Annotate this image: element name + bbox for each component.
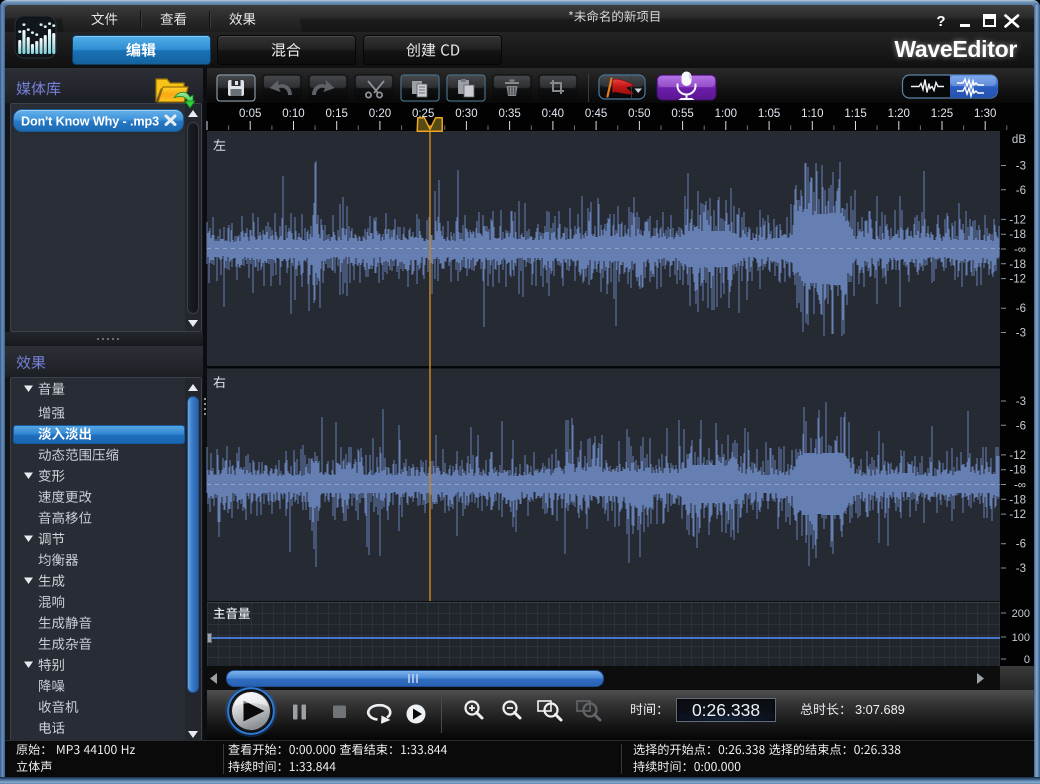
svg-text:-6: -6 [1016,185,1026,197]
svg-text:-3: -3 [1016,563,1026,575]
svg-text:1:20: 1:20 [888,108,910,120]
svg-text:Don't Know Why - .mp3: Don't Know Why - .mp3 [21,115,159,129]
svg-text:1:05: 1:05 [758,108,780,120]
svg-text:-12: -12 [1009,509,1026,521]
svg-text:1:15: 1:15 [844,108,866,120]
svg-text:0:15: 0:15 [326,108,348,120]
svg-text:0:35: 0:35 [498,108,520,120]
svg-text:200: 200 [1012,608,1030,620]
svg-text:0:20: 0:20 [369,108,391,120]
svg-text:0:45: 0:45 [585,108,607,120]
svg-text:-18: -18 [1009,229,1026,241]
svg-text:-12: -12 [1009,450,1026,462]
svg-text:-18: -18 [1009,259,1026,271]
svg-text:-12: -12 [1009,214,1026,226]
svg-text:-3: -3 [1016,396,1026,408]
svg-text:dB: dB [1012,134,1026,146]
svg-text:0:26.338: 0:26.338 [692,700,760,720]
svg-text:-∞: -∞ [1014,244,1026,256]
svg-text:-3: -3 [1016,161,1026,173]
svg-text:0:40: 0:40 [542,108,564,120]
svg-text:1:10: 1:10 [801,108,823,120]
svg-text:1:00: 1:00 [715,108,737,120]
svg-text:0:30: 0:30 [455,108,477,120]
svg-text:-6: -6 [1016,420,1026,432]
svg-text:-18: -18 [1009,465,1026,477]
svg-text:-18: -18 [1009,494,1026,506]
svg-text:1:25: 1:25 [931,108,953,120]
svg-text:-6: -6 [1016,303,1026,315]
svg-text:1:30: 1:30 [974,108,996,120]
svg-text:WaveEditor: WaveEditor [894,36,1017,62]
svg-text:-∞: -∞ [1014,480,1026,492]
svg-text:-12: -12 [1009,274,1026,286]
svg-text:0: 0 [1024,654,1030,666]
svg-text:-3: -3 [1016,328,1026,340]
svg-text:3:07.689: 3:07.689 [855,702,905,717]
svg-text:0:05: 0:05 [239,108,261,120]
svg-text:-6: -6 [1016,539,1026,551]
svg-text:0:55: 0:55 [671,108,693,120]
svg-text:0:10: 0:10 [282,108,304,120]
svg-text:0:50: 0:50 [628,108,650,120]
svg-text:100: 100 [1012,632,1030,644]
svg-text:?: ? [936,13,945,30]
